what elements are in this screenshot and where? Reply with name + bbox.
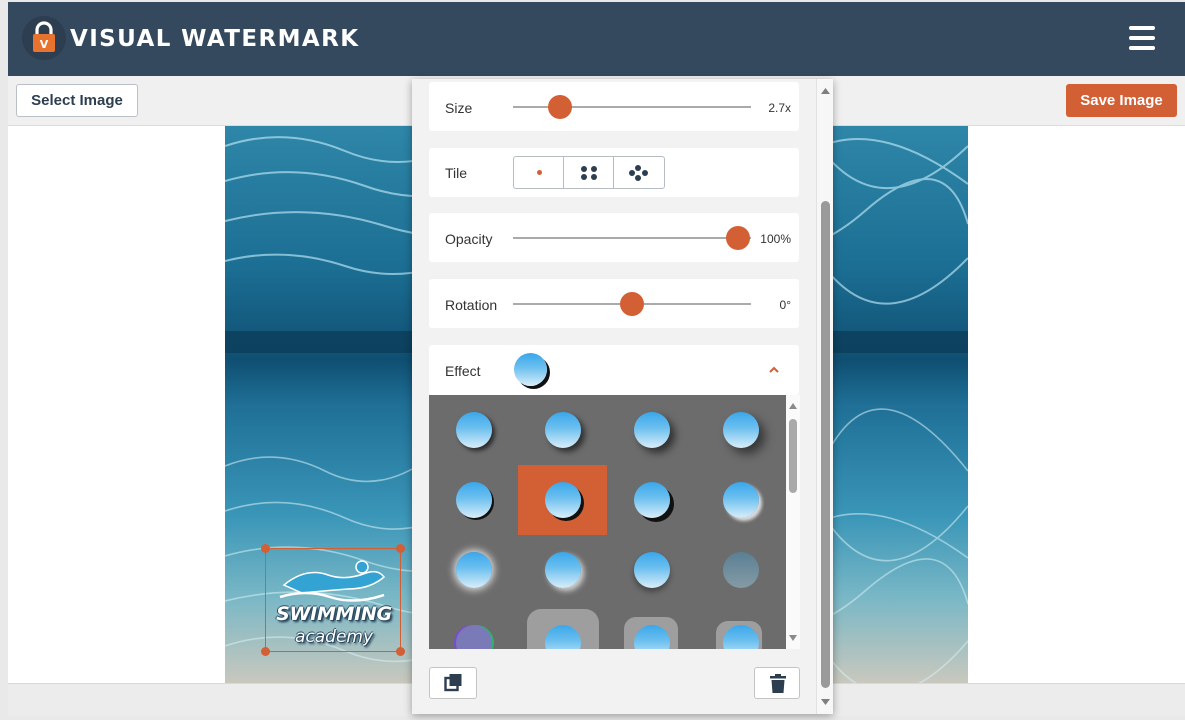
size-label: Size <box>445 100 473 116</box>
effect-preview <box>514 353 547 386</box>
effect-option[interactable] <box>518 535 607 605</box>
scroll-down-arrow-icon <box>821 699 830 705</box>
menu-bar-icon <box>1129 26 1155 30</box>
scatter-dots-icon <box>635 165 641 171</box>
scroll-up-arrow-icon <box>821 88 830 94</box>
effect-option[interactable] <box>429 605 518 649</box>
opacity-label: Opacity <box>445 231 493 247</box>
tile-options <box>513 156 665 189</box>
menu-bar-icon <box>1129 46 1155 50</box>
grid-dots-icon <box>581 166 587 172</box>
rotation-label: Rotation <box>445 297 498 313</box>
app-root: V VISUAL WATERMARK Select Image Save Ima… <box>0 0 1185 720</box>
menu-bar-icon <box>1129 36 1155 40</box>
watermark-settings-panel: Size 2.7x Tile Opacity 100% Rotation 0° … <box>412 79 833 714</box>
effect-option[interactable] <box>696 605 785 649</box>
effect-option[interactable] <box>429 395 518 465</box>
app-title: VISUAL WATERMARK <box>70 26 360 52</box>
tile-label: Tile <box>445 165 468 181</box>
effect-option[interactable] <box>518 605 607 649</box>
trash-icon <box>770 674 786 693</box>
effect-option-selected[interactable] <box>518 465 607 535</box>
watermark-line2: academy <box>294 627 374 647</box>
lock-icon: V <box>33 21 55 52</box>
watermark-selection[interactable]: SWIMMING academy <box>261 544 405 656</box>
effect-option[interactable] <box>607 605 696 649</box>
single-dot-icon <box>537 170 542 175</box>
duplicate-watermark-button[interactable] <box>429 667 477 699</box>
svg-text:V: V <box>40 38 49 51</box>
size-card: Size 2.7x <box>429 82 799 131</box>
opacity-value: 100% <box>760 232 791 246</box>
effect-option[interactable] <box>429 535 518 605</box>
scroll-thumb <box>821 201 830 688</box>
effect-option[interactable] <box>696 465 785 535</box>
effect-options-grid <box>429 395 799 649</box>
opacity-slider-thumb[interactable] <box>726 226 750 250</box>
effect-label: Effect <box>445 363 481 379</box>
copy-icon <box>444 674 462 692</box>
resize-handle[interactable] <box>396 544 405 553</box>
scroll-down-arrow-icon <box>789 635 797 641</box>
effect-option[interactable] <box>607 465 696 535</box>
size-value: 2.7x <box>768 101 791 115</box>
hamburger-menu-button[interactable] <box>1129 26 1157 52</box>
effect-option[interactable] <box>518 395 607 465</box>
watermark-line1: SWIMMING <box>276 603 392 625</box>
size-slider-thumb[interactable] <box>548 95 572 119</box>
save-image-button[interactable]: Save Image <box>1066 84 1177 117</box>
resize-handle[interactable] <box>261 647 270 656</box>
app-header: V VISUAL WATERMARK <box>8 2 1185 76</box>
effect-option[interactable] <box>607 395 696 465</box>
tile-scatter-button[interactable] <box>614 157 664 188</box>
chevron-up-icon[interactable] <box>768 364 780 376</box>
opacity-card: Opacity 100% <box>429 213 799 262</box>
swimmer-icon <box>279 560 386 602</box>
rotation-slider-thumb[interactable] <box>620 292 644 316</box>
opacity-slider[interactable] <box>513 237 751 239</box>
logo: V <box>22 16 66 60</box>
resize-handle[interactable] <box>261 544 270 553</box>
effect-option[interactable] <box>429 465 518 535</box>
tile-card: Tile <box>429 148 799 197</box>
select-image-button[interactable]: Select Image <box>16 84 138 117</box>
resize-handle[interactable] <box>396 647 405 656</box>
delete-watermark-button[interactable] <box>754 667 800 699</box>
effect-grid-scrollbar[interactable] <box>786 395 800 649</box>
effect-option[interactable] <box>696 395 785 465</box>
rotation-value: 0° <box>779 298 791 312</box>
panel-scrollbar[interactable] <box>816 79 833 714</box>
tile-single-button[interactable] <box>514 157 564 188</box>
tile-grid-button[interactable] <box>564 157 614 188</box>
effect-option[interactable] <box>696 535 785 605</box>
effect-card[interactable]: Effect <box>429 345 799 395</box>
rotation-card: Rotation 0° <box>429 279 799 328</box>
effect-option[interactable] <box>607 535 696 605</box>
scroll-thumb <box>789 419 797 493</box>
scroll-up-arrow-icon <box>789 403 797 409</box>
